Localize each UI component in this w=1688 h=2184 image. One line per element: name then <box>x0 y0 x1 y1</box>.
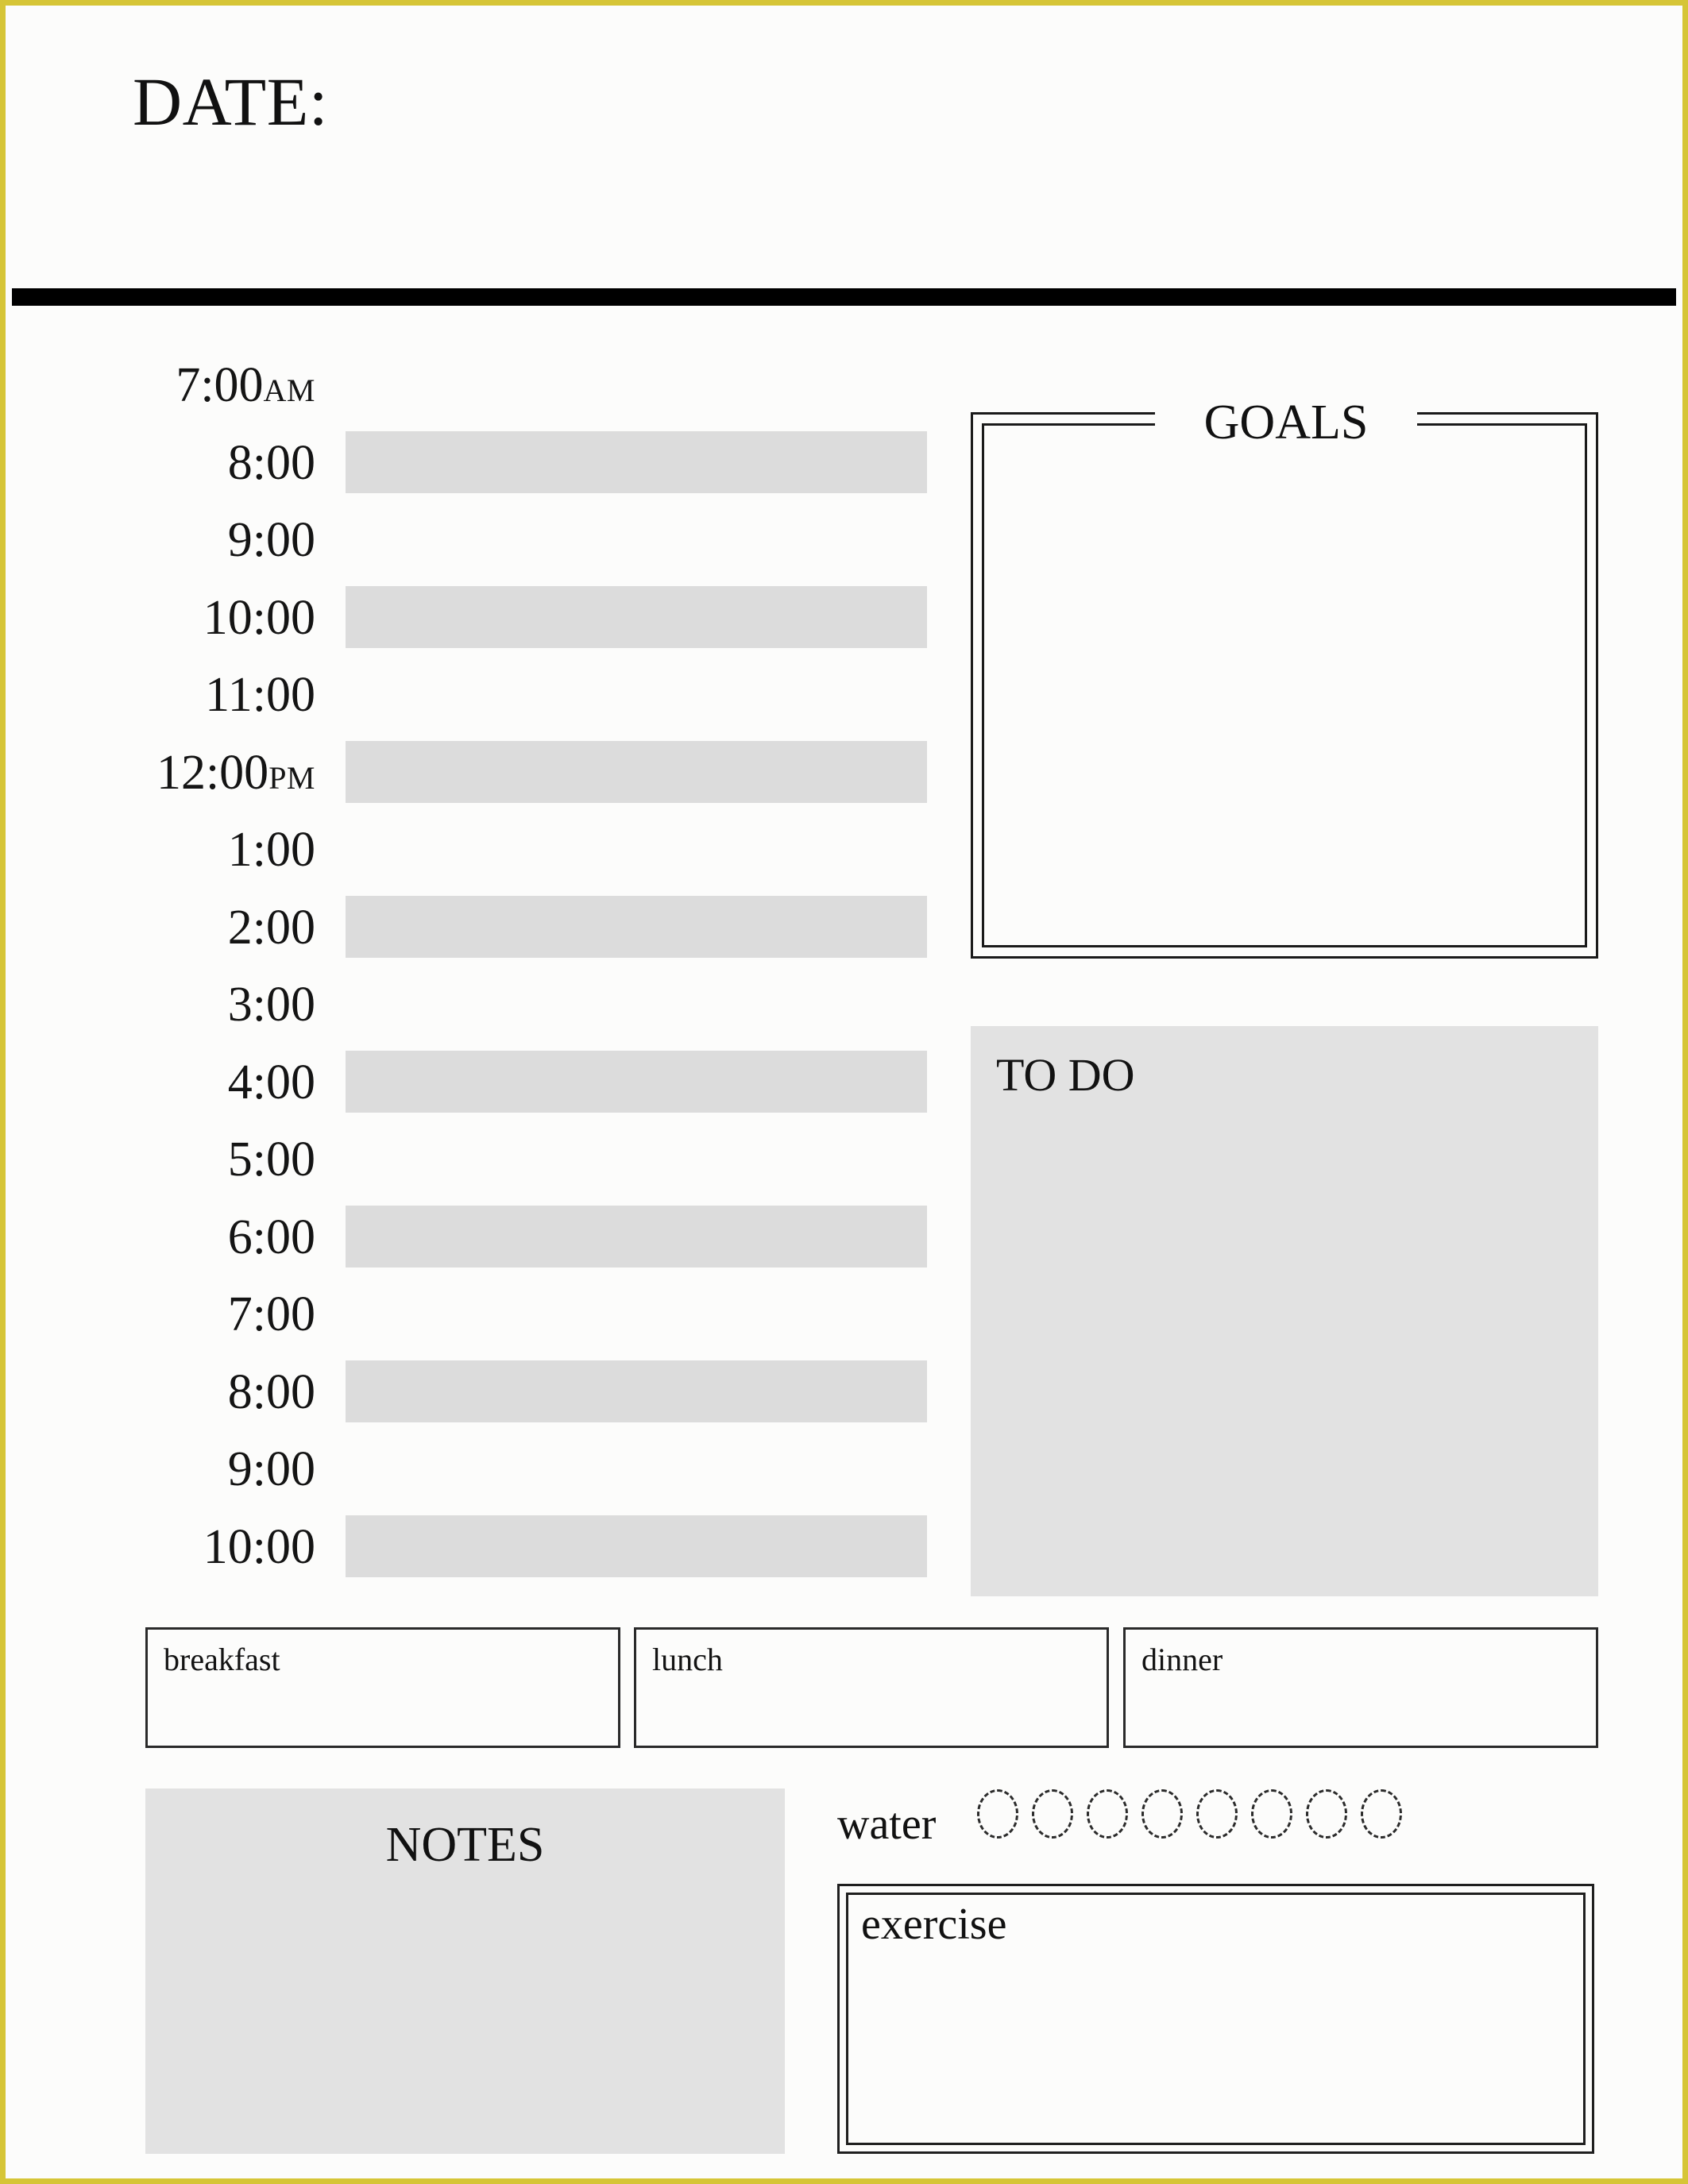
schedule-slot-empty[interactable] <box>346 508 927 570</box>
exercise-label: exercise <box>861 1900 1007 1949</box>
schedule-row: 11:00 <box>6 657 927 735</box>
water-tracker: water <box>837 1786 1600 1862</box>
schedule-row-time: 5:00 <box>227 1133 315 1187</box>
schedule-row: 2:00 <box>6 889 927 967</box>
notes-panel[interactable]: NOTES <box>145 1788 785 2154</box>
schedule-slot-filled[interactable] <box>346 585 927 648</box>
water-circle-icon[interactable] <box>1032 1789 1073 1839</box>
header-divider-bar <box>12 288 1676 306</box>
planner-page: DATE: 7:00AM 8:00 9:00 10:00 11:00 12:00PM 1:0… <box>0 0 1688 2184</box>
water-circle-icon[interactable] <box>1361 1789 1402 1839</box>
schedule-row-time: 12:00PM <box>156 745 315 800</box>
schedule-row: 10:00 <box>6 1509 927 1587</box>
schedule-row-time: 10:00 <box>203 1519 315 1574</box>
schedule-slot-filled[interactable] <box>346 1205 927 1268</box>
meal-label: breakfast <box>164 1642 280 1677</box>
meal-label: lunch <box>652 1642 723 1677</box>
schedule-row-time: 9:00 <box>227 1442 315 1496</box>
schedule-row-time: 10:00 <box>203 590 315 645</box>
schedule-row: 7:00 <box>6 1276 927 1354</box>
schedule-row-time: 8:00 <box>227 435 315 490</box>
schedule-slot-empty[interactable] <box>346 1128 927 1190</box>
schedule-row: 3:00 <box>6 967 927 1044</box>
schedule-row: 8:00 <box>6 425 927 503</box>
page-inner: DATE: 7:00AM 8:00 9:00 10:00 11:00 12:00PM 1:0… <box>6 6 1682 2178</box>
water-circle-group <box>977 1789 1402 1839</box>
schedule-slot-filled[interactable] <box>346 1515 927 1577</box>
schedule-row-time: 4:00 <box>227 1055 315 1109</box>
schedule-row-meridiem: AM <box>263 372 315 408</box>
schedule-row: 7:00AM <box>6 347 927 425</box>
schedule-row-time: 8:00 <box>227 1364 315 1419</box>
schedule-row: 9:00 <box>6 502 927 580</box>
schedule-slot-filled[interactable] <box>346 740 927 803</box>
meal-boxes: breakfast lunch dinner <box>145 1627 1598 1748</box>
goals-inner-frame[interactable] <box>982 423 1587 947</box>
schedule-row-time: 1:00 <box>227 823 315 877</box>
meal-box-lunch[interactable]: lunch <box>634 1627 1109 1748</box>
schedule-row-time: 7:00AM <box>176 358 315 412</box>
water-circle-icon[interactable] <box>1141 1789 1183 1839</box>
schedule-slot-empty[interactable] <box>346 973 927 1035</box>
schedule-slot-filled[interactable] <box>346 1360 927 1422</box>
schedule-slot-empty[interactable] <box>346 818 927 880</box>
schedule-row: 10:00 <box>6 580 927 658</box>
schedule-row: 6:00 <box>6 1199 927 1277</box>
schedule-slot-filled[interactable] <box>346 895 927 958</box>
schedule-row: 8:00 <box>6 1354 927 1432</box>
schedule-row-time: 3:00 <box>227 978 315 1032</box>
water-circle-icon[interactable] <box>1251 1789 1292 1839</box>
todo-title: TO DO <box>996 1049 1135 1101</box>
schedule-list: 7:00AM 8:00 9:00 10:00 11:00 12:00PM 1:00 2:00 3… <box>6 347 927 1586</box>
schedule-row: 12:00PM <box>6 735 927 812</box>
date-label: DATE: <box>133 64 329 140</box>
schedule-slot-filled[interactable] <box>346 1050 927 1113</box>
todo-panel[interactable]: TO DO <box>971 1026 1598 1596</box>
schedule-slot-empty[interactable] <box>346 353 927 415</box>
page-header: DATE: <box>6 6 1682 282</box>
goals-panel[interactable]: GOALS <box>971 396 1598 959</box>
water-circle-icon[interactable] <box>1196 1789 1238 1839</box>
schedule-slot-empty[interactable] <box>346 663 927 725</box>
water-circle-icon[interactable] <box>1087 1789 1128 1839</box>
goals-title: GOALS <box>1203 396 1369 450</box>
schedule-row-time: 7:00 <box>227 1287 315 1341</box>
meal-box-dinner[interactable]: dinner <box>1123 1627 1598 1748</box>
schedule-row: 4:00 <box>6 1044 927 1122</box>
schedule-row-meridiem: PM <box>268 759 315 796</box>
notes-title: NOTES <box>385 1818 545 1872</box>
meal-label: dinner <box>1141 1642 1223 1677</box>
schedule-row: 9:00 <box>6 1431 927 1509</box>
water-circle-icon[interactable] <box>977 1789 1018 1839</box>
schedule-row-time: 11:00 <box>205 668 315 722</box>
schedule-slot-empty[interactable] <box>346 1283 927 1345</box>
schedule-row-time: 9:00 <box>227 513 315 567</box>
schedule-row-time: 2:00 <box>227 900 315 955</box>
schedule-slot-filled[interactable] <box>346 430 927 493</box>
water-circle-icon[interactable] <box>1306 1789 1347 1839</box>
water-label: water <box>837 1800 937 1849</box>
schedule-row-time: 6:00 <box>227 1210 315 1264</box>
schedule-row: 5:00 <box>6 1121 927 1199</box>
meal-box-breakfast[interactable]: breakfast <box>145 1627 620 1748</box>
exercise-panel[interactable]: exercise <box>837 1884 1594 2154</box>
schedule-row: 1:00 <box>6 812 927 889</box>
schedule-slot-empty[interactable] <box>346 1437 927 1499</box>
